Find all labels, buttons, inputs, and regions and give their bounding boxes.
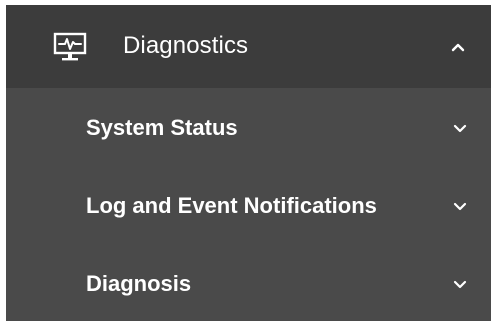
menu-item-label: System Status [86, 115, 238, 140]
menu-item-label: Log and Event Notifications [86, 193, 377, 218]
chevron-down-icon[interactable] [453, 202, 467, 212]
menu-item-label: Diagnosis [86, 271, 192, 296]
menu-item-system-status[interactable]: System Status [6, 88, 491, 166]
chevron-down-icon[interactable] [453, 124, 467, 134]
menu-item-log-and-event-notifications[interactable]: Log and Event Notifications [6, 166, 491, 244]
diagnostics-section-header[interactable]: Diagnostics [6, 5, 491, 88]
monitor-pulse-icon [53, 32, 87, 61]
section-title: Diagnostics [123, 32, 249, 59]
chevron-up-icon[interactable] [451, 42, 465, 52]
chevron-down-icon[interactable] [453, 280, 467, 290]
menu-item-diagnosis[interactable]: Diagnosis [6, 244, 491, 322]
diagnostics-menu: Diagnostics System Status Log and Event … [6, 5, 491, 321]
